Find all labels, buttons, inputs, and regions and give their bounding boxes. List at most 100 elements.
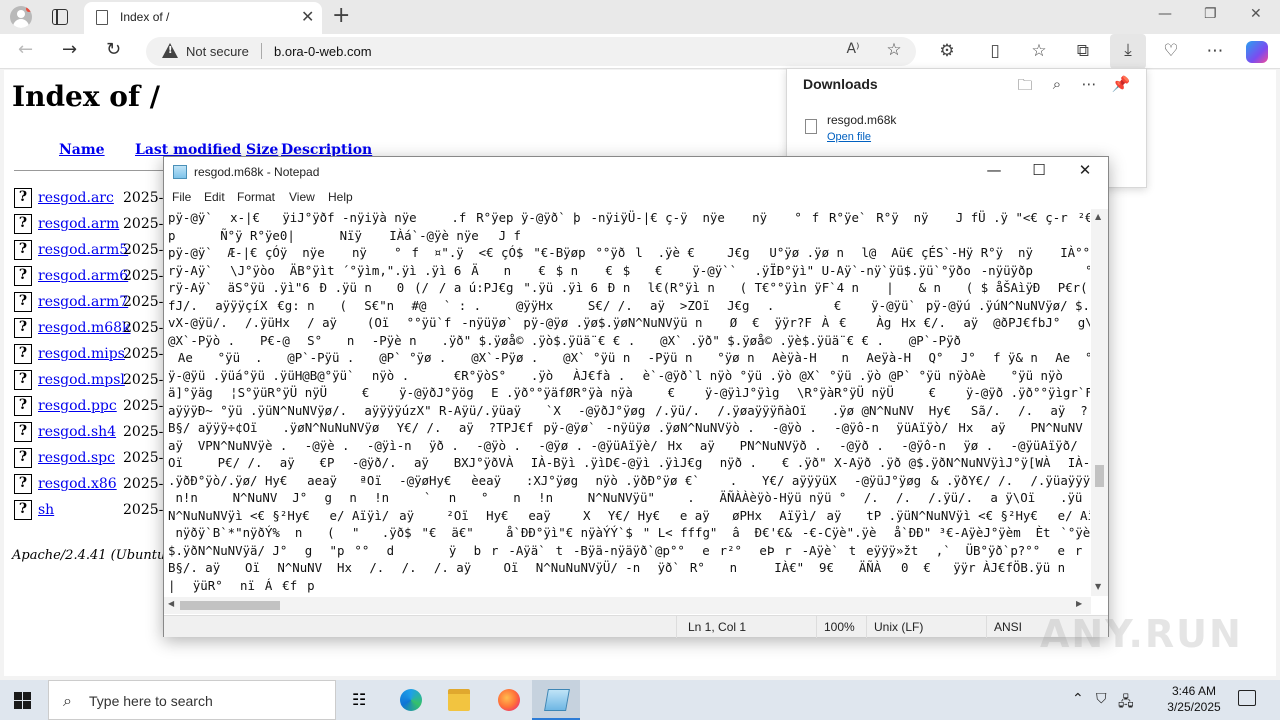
clock-time: 3:46 AM <box>1171 684 1217 698</box>
divider <box>866 616 867 638</box>
scroll-up-icon[interactable]: ▲ <box>1095 212 1101 221</box>
zoom-level: 100% <box>824 620 855 634</box>
list-item: ? resgod.x86 2025-0 <box>14 474 174 500</box>
taskbar-clock[interactable]: 3:46 AM 3/25/2025 <box>1166 683 1222 715</box>
file-link[interactable]: resgod.arm7 <box>38 294 128 310</box>
unknown-file-icon: ? <box>14 292 32 312</box>
maximize-icon[interactable]: ☐ <box>1016 161 1062 179</box>
warning-icon[interactable] <box>162 43 178 58</box>
unknown-file-icon: ? <box>14 344 32 364</box>
downloads-button[interactable]: ⤓ <box>1110 34 1146 69</box>
windows-start-icon[interactable] <box>14 692 31 709</box>
scroll-right-icon[interactable]: ▶ <box>1076 599 1082 608</box>
file-link[interactable]: resgod.ppc <box>38 398 117 414</box>
menu-file[interactable]: File <box>172 190 191 204</box>
favorites-icon[interactable]: ☆ <box>1028 41 1050 61</box>
security-label[interactable]: Not secure <box>186 44 249 59</box>
divider <box>14 170 170 171</box>
minimize-icon[interactable]: — <box>971 161 1017 179</box>
file-link[interactable]: resgod.spc <box>38 450 115 466</box>
search-icon[interactable]: ⌕ <box>1047 75 1067 93</box>
taskbar-edge[interactable] <box>386 680 434 720</box>
notepad-title: resgod.m68k - Notepad <box>194 165 320 179</box>
close-window-icon[interactable]: ✕ <box>1250 6 1262 22</box>
open-file-link[interactable]: Open file <box>827 131 871 143</box>
unknown-file-icon: ? <box>14 370 32 390</box>
favorite-star-icon[interactable]: ☆ <box>883 40 905 60</box>
back-icon[interactable]: ← <box>18 39 33 60</box>
restore-icon[interactable]: ❐ <box>1204 6 1217 22</box>
file-link[interactable]: resgod.mips <box>38 346 125 362</box>
taskbar-firefox[interactable] <box>484 680 532 720</box>
column-name-link[interactable]: Name <box>59 142 105 158</box>
file-link[interactable]: resgod.arm <box>38 216 119 232</box>
scroll-thumb[interactable] <box>1095 465 1104 487</box>
menu-edit[interactable]: Edit <box>204 190 225 204</box>
notepad-title-bar[interactable]: resgod.m68k - Notepad — ☐ ✕ <box>164 157 1108 187</box>
show-hidden-icons-icon[interactable]: ⌃ <box>1072 691 1084 707</box>
unknown-file-icon: ? <box>14 396 32 416</box>
scroll-down-icon[interactable]: ▼ <box>1095 582 1101 591</box>
scroll-thumb[interactable] <box>180 601 280 610</box>
menu-help[interactable]: Help <box>328 190 353 204</box>
file-icon <box>805 119 817 134</box>
minimize-icon[interactable]: — <box>1158 6 1172 22</box>
notepad-window: resgod.m68k - Notepad — ☐ ✕ File Edit Fo… <box>163 156 1109 638</box>
menu-view[interactable]: View <box>289 190 315 204</box>
network-icon[interactable]: 🖧 <box>1118 691 1134 715</box>
file-link[interactable]: resgod.mpsl <box>38 372 125 388</box>
taskbar-file-explorer[interactable] <box>434 680 482 720</box>
taskbar-search-box[interactable]: ⌕ Type here to search <box>48 680 336 720</box>
file-link[interactable]: resgod.arm5 <box>38 242 128 258</box>
file-link[interactable]: resgod.m68k <box>38 320 131 336</box>
file-link[interactable]: resgod.arc <box>38 190 114 206</box>
url-text[interactable]: b.ora-0-web.com <box>274 44 372 59</box>
address-bar[interactable]: Not secure b.ora-0-web.com A⁾ ☆ <box>146 37 916 66</box>
list-item: ? resgod.arm7 2025-0 <box>14 292 174 318</box>
file-link[interactable]: resgod.arm6 <box>38 268 128 284</box>
taskbar: ⌕ Type here to search ☷ ⌃ ⛉ 🖧 3:46 AM 3/… <box>0 680 1280 720</box>
notification-icon[interactable] <box>1238 690 1256 706</box>
browser-tab-strip: Index of / ✕ + — ❐ ✕ <box>0 0 1280 34</box>
clock-date: 3/25/2025 <box>1167 700 1221 714</box>
taskbar-notepad[interactable] <box>532 680 580 720</box>
copilot-icon[interactable] <box>1246 41 1268 63</box>
file-link[interactable]: resgod.sh4 <box>38 424 116 440</box>
extensions-icon[interactable]: ⚙ <box>936 41 958 61</box>
collections-icon[interactable]: ⧉ <box>1072 41 1094 61</box>
close-tab-icon[interactable]: ✕ <box>301 7 314 26</box>
scroll-left-icon[interactable]: ◀ <box>168 599 174 608</box>
firefox-icon <box>498 689 520 711</box>
close-icon[interactable]: ✕ <box>1062 161 1108 179</box>
task-view-button[interactable]: ☷ <box>336 680 384 720</box>
download-file-name[interactable]: resgod.m68k <box>827 113 896 127</box>
vertical-scrollbar[interactable]: ▲ ▼ <box>1091 209 1108 596</box>
read-aloud-icon[interactable]: A⁾ <box>842 41 864 57</box>
notepad-text-area[interactable]: pÿ-@ÿ` x-|€ ÿiJ°ÿðf -nÿiÿà nÿe .fR°ÿ… <box>168 209 1090 599</box>
browser-tab[interactable]: Index of / ✕ <box>84 2 322 34</box>
notepad-menu-bar: File Edit Format View Help <box>164 187 1108 209</box>
file-link[interactable]: resgod.x86 <box>38 476 117 492</box>
split-screen-icon[interactable]: ▯ <box>984 41 1006 61</box>
browser-essentials-icon[interactable]: ♡ <box>1160 41 1182 61</box>
page-icon <box>96 10 108 25</box>
horizontal-scrollbar[interactable]: ◀ ▶ <box>164 597 1091 614</box>
browser-toolbar: ← → ↻ Not secure b.ora-0-web.com A⁾ ☆ ⚙ … <box>0 34 1280 69</box>
security-icon[interactable]: ⛉ <box>1096 691 1107 707</box>
notepad-icon <box>544 689 570 711</box>
refresh-icon[interactable]: ↻ <box>106 39 121 60</box>
pin-icon[interactable]: 📌 <box>1111 75 1131 93</box>
unknown-file-icon: ? <box>14 448 32 468</box>
profile-avatar-icon[interactable] <box>10 6 32 28</box>
more-options-icon[interactable]: ⋯ <box>1079 75 1099 93</box>
tab-actions-icon[interactable] <box>52 9 68 25</box>
list-item: ? resgod.m68k 2025-0 <box>14 318 174 344</box>
unknown-file-icon: ? <box>14 214 32 234</box>
new-tab-icon[interactable]: + <box>332 3 350 28</box>
forward-icon[interactable]: → <box>62 39 77 60</box>
menu-format[interactable]: Format <box>237 190 275 204</box>
task-view-icon: ☷ <box>352 690 367 709</box>
file-link[interactable]: sh <box>38 502 54 518</box>
open-folder-icon[interactable]: 🗀 <box>1015 75 1035 100</box>
more-menu-icon[interactable]: ⋯ <box>1204 41 1226 61</box>
